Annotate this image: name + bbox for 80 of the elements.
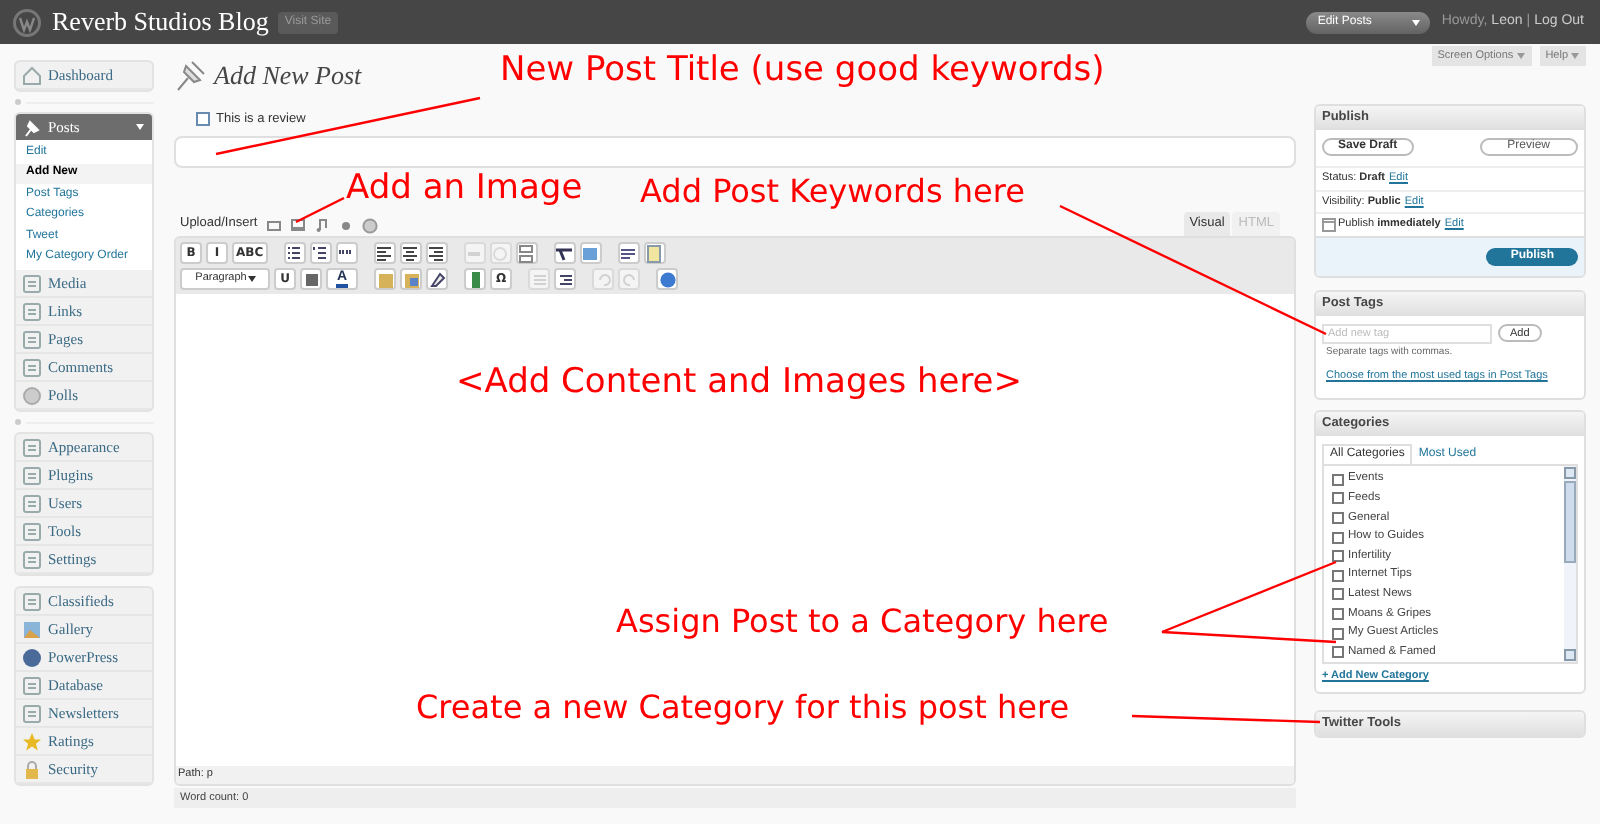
eraser-icon	[427, 269, 447, 289]
redo-icon	[619, 269, 639, 289]
page-title: Add New Post	[214, 58, 362, 95]
numbered-list-icon	[310, 243, 331, 263]
quote-button[interactable]	[335, 242, 358, 264]
paste-text-icon	[375, 269, 395, 289]
help-button[interactable]	[656, 268, 678, 290]
separator-dot-icon	[14, 418, 22, 426]
kitchen-sink-button[interactable]	[617, 242, 640, 264]
caret-icon	[1570, 52, 1580, 60]
annotation-text: Assign Post to a Category here	[616, 606, 1109, 638]
site-title: Reverb Studios Blog	[52, 4, 269, 41]
caret-icon	[1515, 52, 1526, 60]
pushpin-icon	[174, 60, 206, 92]
justify-icon	[301, 269, 321, 289]
paste-word-button[interactable]	[400, 268, 422, 290]
plugin-icon	[644, 243, 665, 263]
wordpress-logo-icon	[12, 7, 42, 37]
spellcheck-icon	[554, 243, 575, 263]
annotation-text: New Post Title (use good keywords)	[500, 54, 1105, 88]
indent-icon	[555, 269, 575, 289]
spellcheck-button[interactable]	[553, 242, 576, 264]
annotation-text: Create a new Category for this post here	[416, 692, 1070, 724]
bulleted-list-button[interactable]	[283, 242, 306, 264]
align-center-icon	[400, 243, 421, 263]
caret-icon	[134, 122, 146, 132]
title-input-field[interactable]	[174, 136, 1296, 168]
house-icon	[22, 65, 42, 85]
music-note-icon[interactable]	[313, 218, 330, 234]
checkbox[interactable]	[196, 112, 210, 126]
justify-button[interactable]	[300, 268, 322, 290]
indent-button[interactable]	[554, 268, 576, 290]
more-icon	[516, 243, 537, 263]
caret-icon	[1409, 17, 1422, 27]
annotation-text: <Add Content and Images here>	[456, 366, 1023, 400]
align-left-icon	[374, 243, 395, 263]
align-left-button[interactable]	[373, 242, 396, 264]
dot-icon[interactable]	[337, 218, 354, 234]
checkbox[interactable]	[1332, 627, 1344, 640]
video-icon[interactable]	[289, 218, 306, 234]
leader-line	[295, 196, 345, 224]
bulleted-list-icon	[284, 243, 305, 263]
plugin-button[interactable]	[643, 242, 666, 264]
checkbox[interactable]	[1332, 531, 1344, 544]
annotation-text: Add an Image	[346, 172, 583, 206]
checkbox[interactable]	[1332, 588, 1344, 601]
fullscreen-icon	[580, 243, 601, 263]
numbered-list-button[interactable]	[309, 242, 332, 264]
globe-icon	[22, 647, 42, 667]
outdent-icon	[529, 269, 549, 289]
unlink-icon	[490, 243, 511, 263]
circle-icon[interactable]	[361, 218, 378, 234]
image-icon[interactable]	[265, 218, 282, 234]
help-icon	[657, 269, 677, 289]
star-icon	[22, 731, 42, 751]
checkbox[interactable]	[1332, 646, 1344, 659]
checkbox[interactable]	[1332, 511, 1344, 524]
checkbox[interactable]	[1332, 569, 1344, 582]
separator-dot-icon	[14, 98, 22, 106]
padlock-icon	[22, 759, 42, 779]
checkbox[interactable]	[1332, 607, 1344, 620]
kitchen-sink-icon	[618, 243, 639, 263]
align-right-button[interactable]	[425, 242, 448, 264]
calendar-icon	[1322, 217, 1336, 232]
checkbox[interactable]	[1332, 550, 1344, 563]
annotation-text: Add Post Keywords here	[640, 176, 1025, 208]
eraser-button[interactable]	[426, 268, 448, 290]
align-right-icon	[426, 243, 447, 263]
pin-icon	[22, 117, 42, 137]
scrollbar-icon	[1564, 466, 1576, 662]
media-button[interactable]	[464, 268, 486, 290]
circle-icon	[22, 385, 42, 405]
checkbox[interactable]	[1332, 492, 1344, 505]
align-center-button[interactable]	[399, 242, 422, 264]
caret-icon	[246, 274, 259, 284]
undo-icon	[593, 269, 613, 289]
checkbox[interactable]	[1332, 473, 1344, 486]
paste-word-icon	[401, 269, 421, 289]
more-button[interactable]	[515, 242, 538, 264]
picture-frame-icon	[22, 619, 42, 639]
